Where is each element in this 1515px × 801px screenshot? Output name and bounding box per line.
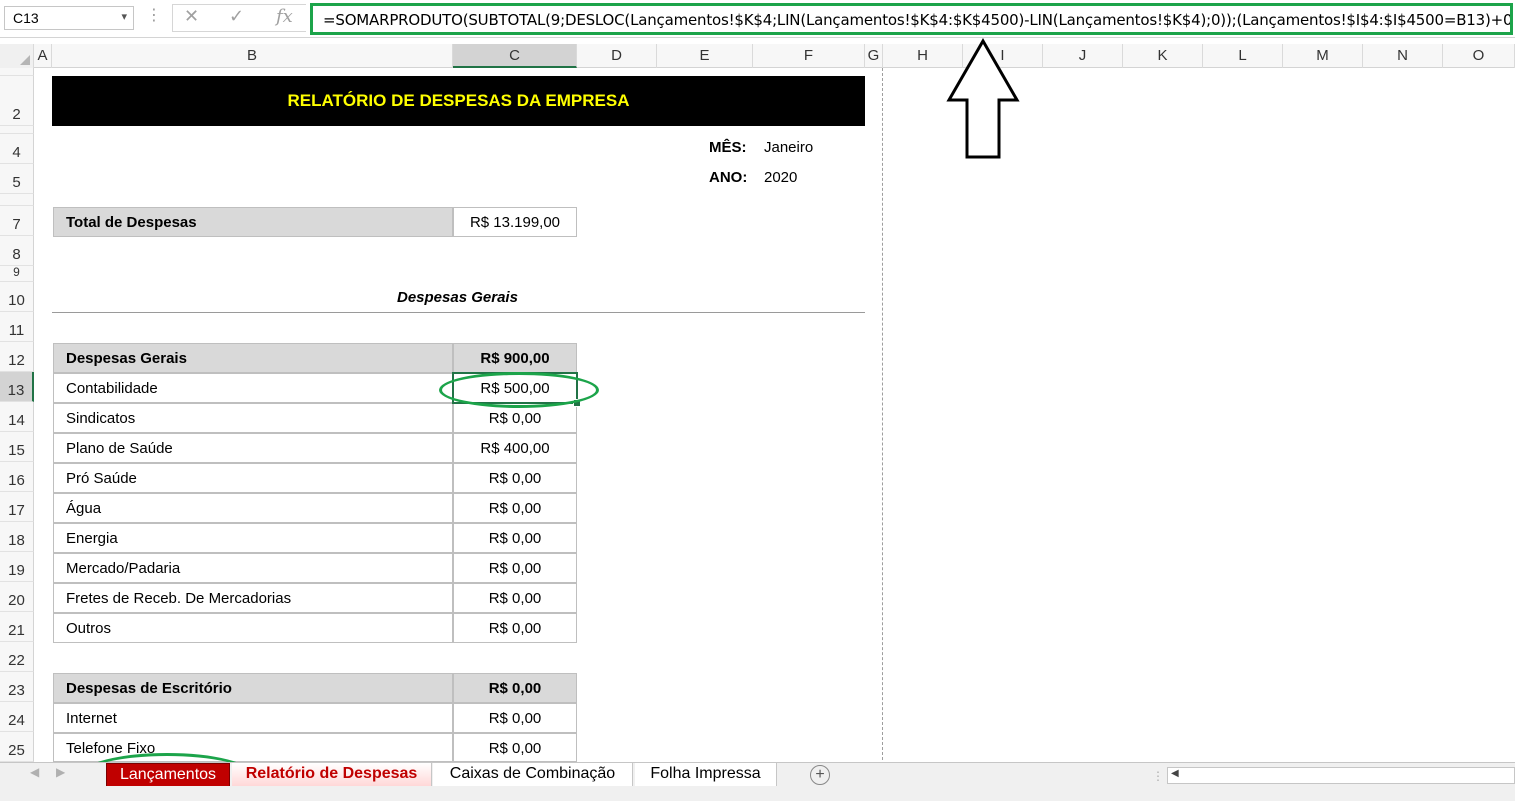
chevron-down-icon[interactable]: ▾ xyxy=(121,10,127,23)
name-box-value: C13 xyxy=(13,10,39,26)
row-header[interactable]: 20 xyxy=(0,582,34,612)
row-header[interactable]: 5 xyxy=(0,164,34,194)
add-sheet-icon[interactable]: + xyxy=(810,765,830,785)
row-header-hidden[interactable] xyxy=(0,68,34,76)
tab-splitter-icon[interactable]: ⋮ xyxy=(1152,769,1164,783)
row-header[interactable]: 12 xyxy=(0,342,34,372)
column-header[interactable]: A xyxy=(34,44,52,68)
sheet-tab[interactable]: Lançamentos xyxy=(106,763,230,787)
table-row-value[interactable]: R$ 0,00 xyxy=(453,583,577,613)
row-header[interactable]: 15 xyxy=(0,432,34,462)
column-header[interactable]: O xyxy=(1443,44,1515,68)
column-headers: A B C D E F G H I J K L M N O xyxy=(0,44,1515,68)
table-row-label[interactable]: Internet xyxy=(53,703,453,733)
formula-bar-grip-icon[interactable]: ⋮ xyxy=(146,5,162,25)
row-header[interactable]: 22 xyxy=(0,642,34,672)
formula-input[interactable]: =SOMARPRODUTO(SUBTOTAL(9;DESLOC(Lançamen… xyxy=(310,3,1513,35)
sheet-tab-bar: ◀ ▶ Lançamentos Relatório de Despesas Ca… xyxy=(0,762,1515,787)
row-header[interactable]: 14 xyxy=(0,402,34,432)
section-divider xyxy=(52,312,865,313)
scroll-left-icon[interactable]: ◀ xyxy=(1171,768,1179,779)
table-row-value[interactable]: R$ 0,00 xyxy=(453,733,577,762)
table-row-value[interactable]: R$ 0,00 xyxy=(453,493,577,523)
annotation-ellipse-cell xyxy=(439,372,599,408)
insert-function-icon[interactable]: fx xyxy=(276,6,293,27)
enter-icon[interactable]: ✓ xyxy=(229,6,244,27)
arrow-up-icon xyxy=(946,38,1020,159)
row-header[interactable]: 23 xyxy=(0,672,34,702)
row-header-hidden[interactable] xyxy=(0,126,34,134)
row-header[interactable]: 2 xyxy=(0,76,34,126)
table-row-label[interactable]: Plano de Saúde xyxy=(53,433,453,463)
row-header[interactable]: 19 xyxy=(0,552,34,582)
year-value[interactable]: 2020 xyxy=(764,169,797,186)
column-header-selected[interactable]: C xyxy=(453,44,577,68)
row-header-selected[interactable]: 13 xyxy=(0,372,34,402)
table-row-value[interactable]: R$ 400,00 xyxy=(453,433,577,463)
table-row-label[interactable]: Outros xyxy=(53,613,453,643)
column-header[interactable]: G xyxy=(865,44,883,68)
row-header[interactable]: 17 xyxy=(0,492,34,522)
year-label: ANO: xyxy=(709,169,748,186)
column-header[interactable]: D xyxy=(577,44,657,68)
scroll-tabs-right-icon[interactable]: ▶ xyxy=(56,765,65,779)
month-label: MÊS: xyxy=(709,139,747,156)
table-header-label[interactable]: Despesas de Escritório xyxy=(53,673,453,703)
table-header-value[interactable]: R$ 900,00 xyxy=(453,343,577,373)
column-header[interactable]: E xyxy=(657,44,753,68)
table-row-label[interactable]: Sindicatos xyxy=(53,403,453,433)
row-header[interactable]: 11 xyxy=(0,312,34,342)
table-row-label[interactable]: Mercado/Padaria xyxy=(53,553,453,583)
row-header[interactable]: 16 xyxy=(0,462,34,492)
page-break-line xyxy=(882,68,883,760)
cancel-icon[interactable]: ✕ xyxy=(184,6,199,27)
column-header[interactable]: L xyxy=(1203,44,1283,68)
sheet-tab-active[interactable]: Relatório de Despesas xyxy=(232,763,432,787)
row-header[interactable]: 21 xyxy=(0,612,34,642)
row-header[interactable]: 9 xyxy=(0,265,34,282)
sheet-tab[interactable]: Caixas de Combinação xyxy=(433,763,633,787)
scroll-tabs-left-icon[interactable]: ◀ xyxy=(30,765,39,779)
report-title: RELATÓRIO DE DESPESAS DA EMPRESA xyxy=(52,76,865,126)
table-row-label[interactable]: Fretes de Receb. De Mercadorias xyxy=(53,583,453,613)
column-header[interactable]: J xyxy=(1043,44,1123,68)
table-row-label[interactable]: Pró Saúde xyxy=(53,463,453,493)
column-header[interactable]: K xyxy=(1123,44,1203,68)
table-row-label[interactable]: Água xyxy=(53,493,453,523)
row-header[interactable]: 24 xyxy=(0,702,34,732)
row-header[interactable]: 18 xyxy=(0,522,34,552)
status-bar xyxy=(0,786,1515,801)
select-all-button[interactable] xyxy=(0,44,34,68)
row-header[interactable]: 4 xyxy=(0,134,34,164)
row-header[interactable]: 8 xyxy=(0,236,34,266)
row-header[interactable]: 7 xyxy=(0,206,34,236)
name-box[interactable]: C13 ▾ xyxy=(4,6,134,30)
total-label-cell[interactable]: Total de Despesas xyxy=(53,207,453,237)
column-header[interactable]: N xyxy=(1363,44,1443,68)
formula-bar: C13 ▾ ⋮ ✕ ✓ fx =SOMARPRODUTO(SUBTOTAL(9;… xyxy=(0,0,1515,38)
row-header-hidden[interactable] xyxy=(0,194,34,206)
column-header[interactable]: M xyxy=(1283,44,1363,68)
table-row-label[interactable]: Contabilidade xyxy=(53,373,453,403)
section-heading: Despesas Gerais xyxy=(397,289,518,306)
row-header[interactable]: 10 xyxy=(0,282,34,312)
table-row-value[interactable]: R$ 0,00 xyxy=(453,613,577,643)
row-header[interactable]: 25 xyxy=(0,732,34,762)
table-row-value[interactable]: R$ 0,00 xyxy=(453,463,577,493)
table-row-label[interactable]: Energia xyxy=(53,523,453,553)
column-header[interactable]: F xyxy=(753,44,865,68)
month-value[interactable]: Janeiro xyxy=(764,139,813,156)
table-row-value[interactable]: R$ 0,00 xyxy=(453,523,577,553)
sheet-tab[interactable]: Folha Impressa xyxy=(635,763,777,787)
table-header-value[interactable]: R$ 0,00 xyxy=(453,673,577,703)
column-header[interactable]: B xyxy=(52,44,453,68)
table-row-value[interactable]: R$ 0,00 xyxy=(453,703,577,733)
table-header-label[interactable]: Despesas Gerais xyxy=(53,343,453,373)
table-row-value[interactable]: R$ 0,00 xyxy=(453,553,577,583)
total-value-cell[interactable]: R$ 13.199,00 xyxy=(453,207,577,237)
horizontal-scrollbar[interactable] xyxy=(1167,767,1515,784)
